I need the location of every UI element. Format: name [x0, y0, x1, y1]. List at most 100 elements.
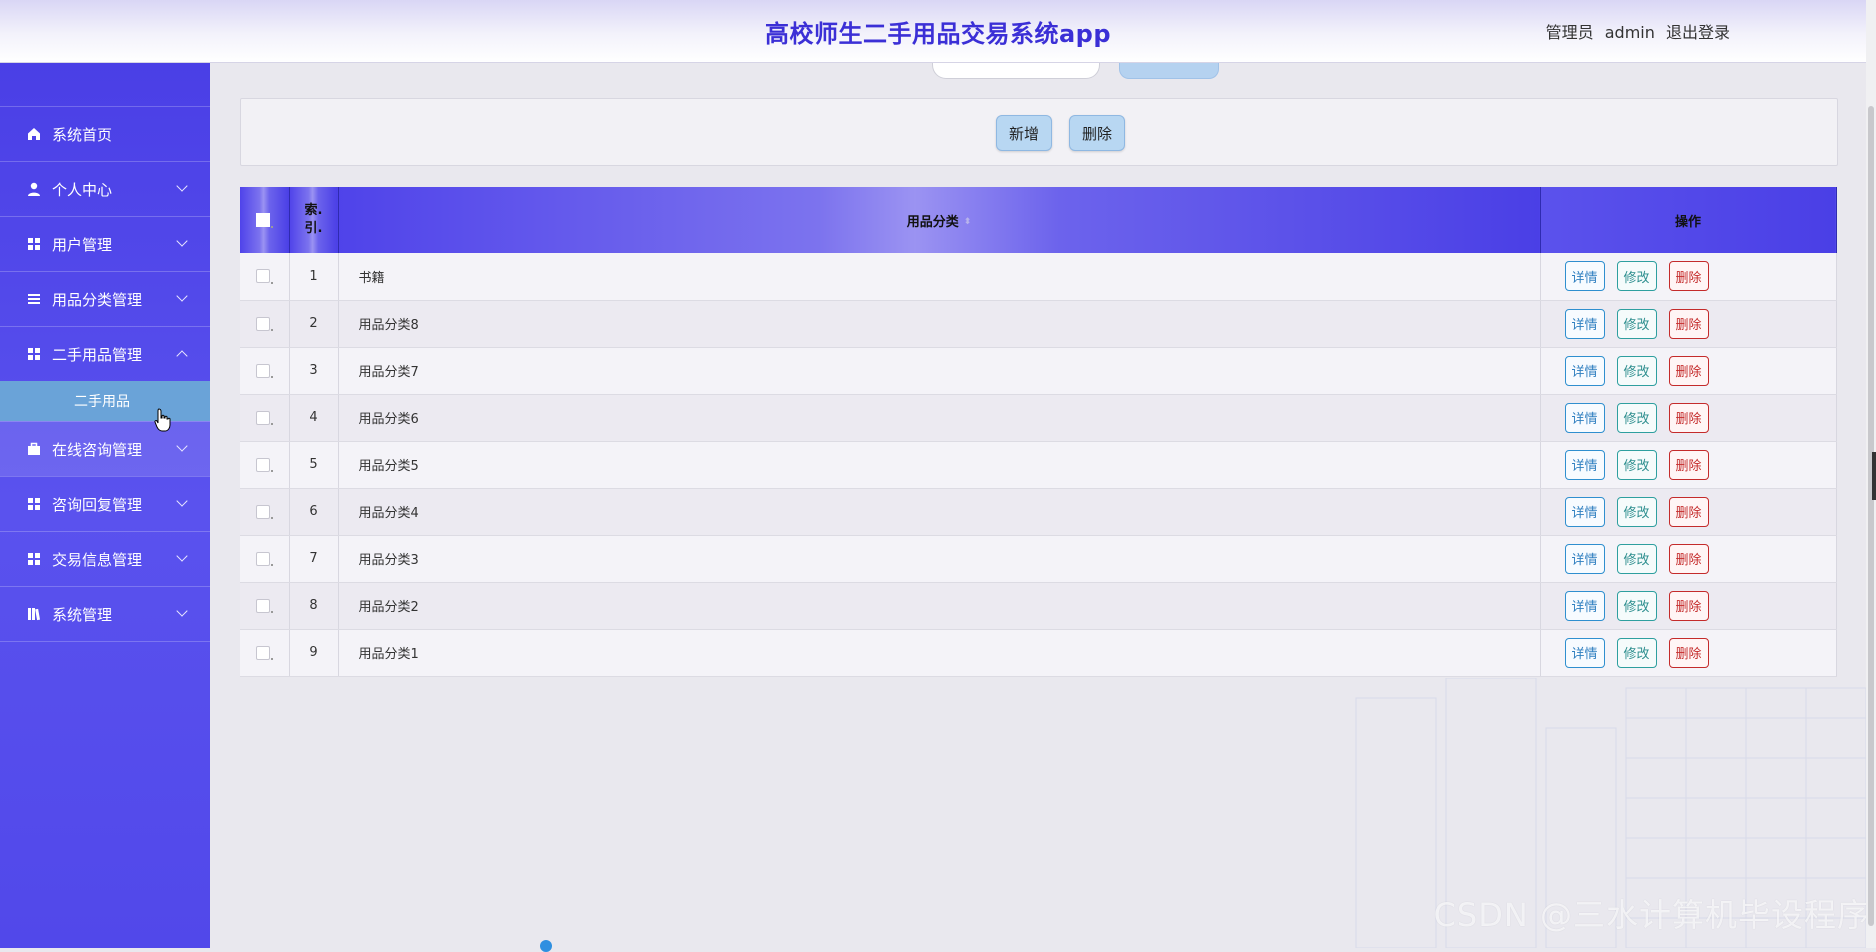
delete-button[interactable]: 删除 — [1668, 590, 1709, 621]
row-category-name: 书籍 — [338, 253, 1541, 301]
row-checkbox-cell[interactable] — [240, 629, 290, 677]
table-row: 2 用品分类8 详情 修改 删除 — [240, 300, 1837, 348]
detail-button[interactable]: 详情 — [1564, 543, 1605, 574]
sidebar-item-home[interactable]: 系统首页 — [0, 106, 210, 161]
detail-button[interactable]: 详情 — [1564, 449, 1605, 480]
row-category-name: 用品分类6 — [338, 394, 1541, 442]
edit-button[interactable]: 修改 — [1616, 543, 1657, 574]
edit-button[interactable]: 修改 — [1616, 449, 1657, 480]
sidebar-item-reply-management[interactable]: 咨询回复管理 — [0, 476, 210, 531]
edit-button[interactable]: 修改 — [1616, 590, 1657, 621]
table-row: 8 用品分类2 详情 修改 删除 — [240, 582, 1837, 630]
select-all-checkbox[interactable] — [255, 213, 270, 227]
batch-delete-button[interactable]: 删除 — [1069, 115, 1126, 151]
select-all-header[interactable] — [240, 187, 290, 253]
delete-button[interactable]: 删除 — [1668, 261, 1709, 292]
chevron-down-icon — [176, 180, 188, 192]
sidebar-subitem-secondhand-goods[interactable]: 二手用品 — [0, 381, 210, 421]
delete-button[interactable]: 删除 — [1668, 637, 1709, 668]
table-header-row: 索. 引. 用品分类 ⬍ 操作 — [240, 187, 1837, 253]
row-checkbox[interactable] — [255, 316, 270, 331]
delete-button[interactable]: 删除 — [1668, 355, 1709, 386]
scroll-indicator-dot — [540, 940, 552, 952]
sidebar-item-system-management[interactable]: 系统管理 — [0, 586, 210, 642]
row-checkbox[interactable] — [255, 551, 270, 566]
logout-link[interactable]: 退出登录 — [1666, 23, 1730, 42]
role-label: 管理员 — [1545, 23, 1594, 42]
row-checkbox-cell[interactable] — [240, 347, 290, 395]
sidebar-menu: 系统首页 个人中心 用户管理 用品分类管理 二手用品管理 二手用品 在线咨询管理 — [0, 106, 210, 642]
delete-button[interactable]: 删除 — [1668, 496, 1709, 527]
row-checkbox-cell[interactable] — [240, 441, 290, 489]
detail-button[interactable]: 详情 — [1564, 590, 1605, 621]
edit-button[interactable]: 修改 — [1616, 261, 1657, 292]
detail-button[interactable]: 详情 — [1564, 637, 1605, 668]
sidebar: 系统首页 个人中心 用户管理 用品分类管理 二手用品管理 二手用品 在线咨询管理 — [0, 62, 210, 948]
row-index: 1 — [289, 253, 339, 301]
row-checkbox-cell[interactable] — [240, 535, 290, 583]
username: admin — [1604, 23, 1655, 42]
category-header[interactable]: 用品分类 ⬍ — [338, 187, 1541, 253]
scrollbar-thumb[interactable] — [1868, 106, 1874, 926]
table-row: 3 用品分类7 详情 修改 删除 — [240, 347, 1837, 395]
add-button[interactable]: 新增 — [996, 115, 1053, 151]
row-checkbox[interactable] — [255, 645, 270, 660]
table-row: 5 用品分类5 详情 修改 删除 — [240, 441, 1837, 489]
row-checkbox[interactable] — [255, 363, 270, 378]
row-index: 3 — [289, 347, 339, 395]
sidebar-item-consult-management[interactable]: 在线咨询管理 — [0, 421, 210, 476]
row-category-name: 用品分类7 — [338, 347, 1541, 395]
row-checkbox[interactable] — [255, 504, 270, 519]
sidebar-item-label: 用户管理 — [52, 235, 113, 254]
row-checkbox-cell[interactable] — [240, 394, 290, 442]
row-checkbox-cell[interactable] — [240, 300, 290, 348]
list-icon — [28, 294, 40, 304]
row-actions: 详情 修改 删除 — [1540, 394, 1837, 442]
row-actions: 详情 修改 删除 — [1540, 441, 1837, 489]
delete-button[interactable]: 删除 — [1668, 449, 1709, 480]
detail-button[interactable]: 详情 — [1564, 496, 1605, 527]
detail-button[interactable]: 详情 — [1564, 261, 1605, 292]
detail-button[interactable]: 详情 — [1564, 308, 1605, 339]
edit-button[interactable]: 修改 — [1616, 355, 1657, 386]
action-bar: 新增 删除 — [240, 98, 1838, 166]
sort-icon[interactable]: ⬍ — [964, 217, 972, 227]
row-checkbox[interactable] — [255, 269, 270, 284]
delete-button[interactable]: 删除 — [1668, 308, 1709, 339]
detail-button[interactable]: 详情 — [1564, 402, 1605, 433]
row-checkbox[interactable] — [255, 410, 270, 425]
row-checkbox-cell[interactable] — [240, 582, 290, 630]
sidebar-item-secondhand-management[interactable]: 二手用品管理 — [0, 326, 210, 381]
sidebar-item-trade-management[interactable]: 交易信息管理 — [0, 531, 210, 586]
actions-header: 操作 — [1540, 187, 1837, 253]
sidebar-item-personal-center[interactable]: 个人中心 — [0, 161, 210, 216]
row-checkbox-cell[interactable] — [240, 488, 290, 536]
edit-button[interactable]: 修改 — [1616, 637, 1657, 668]
row-category-name: 用品分类5 — [338, 441, 1541, 489]
row-checkbox[interactable] — [255, 598, 270, 613]
delete-button[interactable]: 删除 — [1668, 543, 1709, 574]
user-area: 管理员 admin 退出登录 — [1540, 19, 1730, 43]
page-scrollbar[interactable] — [1866, 0, 1876, 948]
row-index: 4 — [289, 394, 339, 442]
row-checkbox-cell[interactable] — [240, 253, 290, 301]
row-index: 7 — [289, 535, 339, 583]
watermark: CSDN @三水计算机毕设程序 — [1433, 896, 1870, 934]
detail-button[interactable]: 详情 — [1564, 355, 1605, 386]
row-index: 2 — [289, 300, 339, 348]
edit-button[interactable]: 修改 — [1616, 402, 1657, 433]
row-actions: 详情 修改 删除 — [1540, 535, 1837, 583]
row-actions: 详情 修改 删除 — [1540, 488, 1837, 536]
table-row: 6 用品分类4 详情 修改 删除 — [240, 488, 1837, 536]
sidebar-item-label: 用品分类管理 — [52, 290, 143, 309]
row-checkbox[interactable] — [255, 457, 270, 472]
sidebar-item-label: 二手用品管理 — [52, 345, 143, 364]
delete-button[interactable]: 删除 — [1668, 402, 1709, 433]
edit-button[interactable]: 修改 — [1616, 496, 1657, 527]
sidebar-item-user-management[interactable]: 用户管理 — [0, 216, 210, 271]
table-row: 4 用品分类6 详情 修改 删除 — [240, 394, 1837, 442]
row-actions: 详情 修改 删除 — [1540, 300, 1837, 348]
sidebar-item-category-management[interactable]: 用品分类管理 — [0, 271, 210, 326]
main-content: 新增 删除 索. 引. 用品分类 ⬍ 操作 1 书籍 详情 修改 删除 2 用品分类8 详情 修改… — [210, 58, 1876, 948]
edit-button[interactable]: 修改 — [1616, 308, 1657, 339]
